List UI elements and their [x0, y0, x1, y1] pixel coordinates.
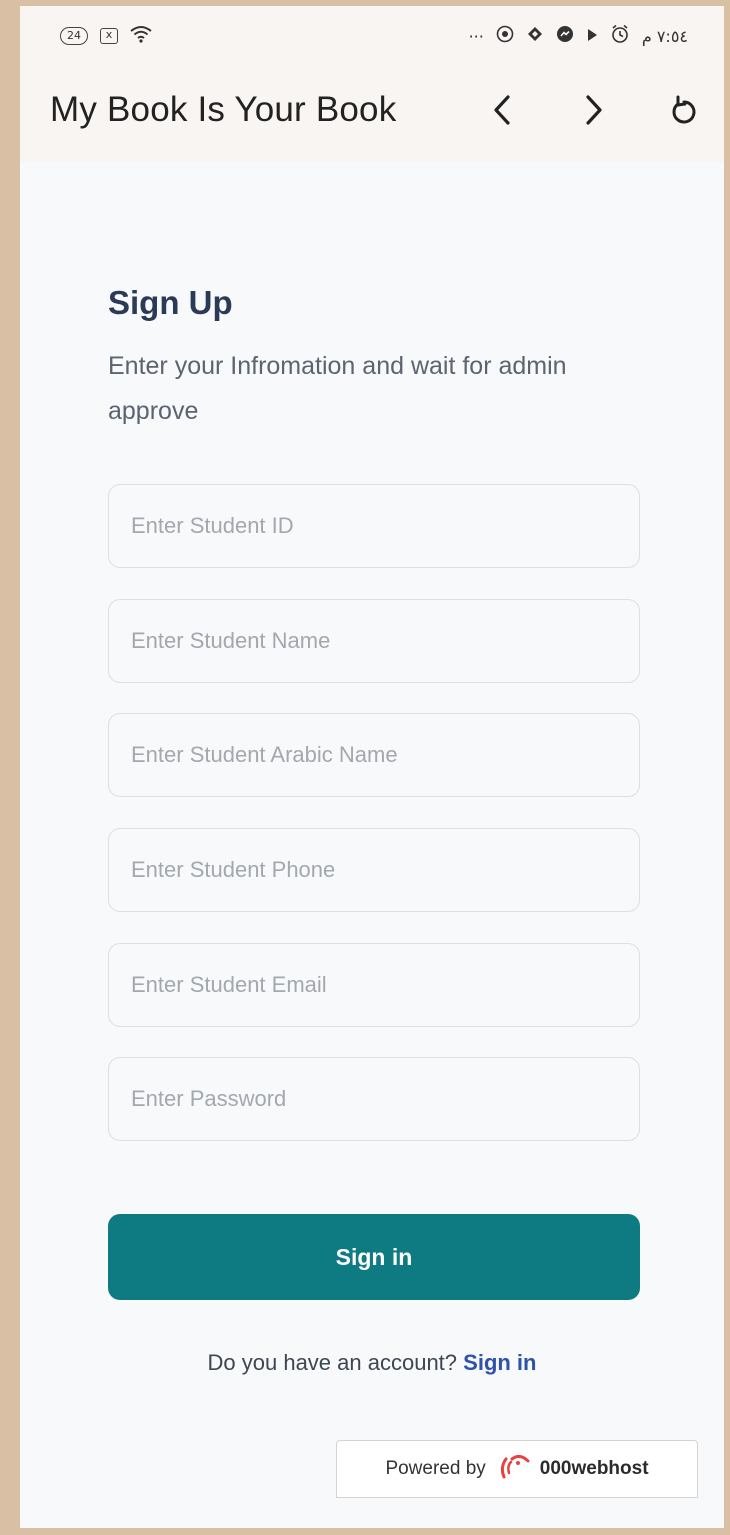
wifi-icon: [130, 25, 152, 47]
sign-in-button[interactable]: Sign in: [108, 1214, 640, 1300]
phone-screen: 24 x ··· ٧:٥٤ م My Book Is Your Book Sig…: [20, 6, 724, 1528]
refresh-icon: [672, 95, 696, 124]
record-icon: [496, 25, 514, 47]
student-phone-input[interactable]: [108, 828, 640, 912]
back-button[interactable]: [478, 86, 526, 134]
status-bar: 24 x ··· ٧:٥٤ م: [20, 6, 724, 66]
play-icon: [586, 27, 598, 46]
app-bar: My Book Is Your Book: [20, 66, 724, 162]
messenger-icon: [556, 25, 574, 47]
powered-by-label: Powered by: [385, 1458, 486, 1479]
webhost-logo-icon: [496, 1453, 530, 1485]
chevron-left-icon: [494, 95, 510, 125]
account-prompt: Do you have an account? Sign in: [20, 1350, 724, 1376]
status-right: ··· ٧:٥٤ م: [469, 24, 688, 48]
webhost-brand-name: 000webhost: [539, 1458, 649, 1479]
chevron-right-icon: [586, 95, 602, 125]
forward-button[interactable]: [570, 86, 618, 134]
clock-time: ٧:٥٤ م: [641, 26, 688, 46]
notification-count-badge: 24: [60, 27, 88, 45]
student-name-input[interactable]: [108, 599, 640, 683]
page-title: Sign Up: [108, 284, 233, 321]
more-notifications-icon: ···: [468, 26, 484, 46]
sign-in-link[interactable]: Sign in: [463, 1350, 536, 1375]
password-input[interactable]: [108, 1057, 640, 1141]
app-title: My Book Is Your Book: [50, 90, 397, 129]
student-email-input[interactable]: [108, 943, 640, 1027]
reload-button[interactable]: [660, 86, 708, 134]
status-left: 24 x: [60, 25, 152, 47]
signup-page: Sign Up Enter your Infromation and wait …: [20, 162, 724, 1528]
account-prompt-text: Do you have an account?: [207, 1350, 458, 1375]
blocked-notification-icon: x: [100, 28, 118, 44]
alarm-icon: [610, 24, 630, 48]
student-arabic-name-input[interactable]: [108, 713, 640, 797]
student-id-input[interactable]: [108, 484, 640, 568]
powered-by-badge[interactable]: Powered by 000webhost: [336, 1440, 698, 1498]
page-subtitle: Enter your Infromation and wait for admi…: [108, 352, 567, 425]
app-notification-icon: [526, 25, 544, 47]
